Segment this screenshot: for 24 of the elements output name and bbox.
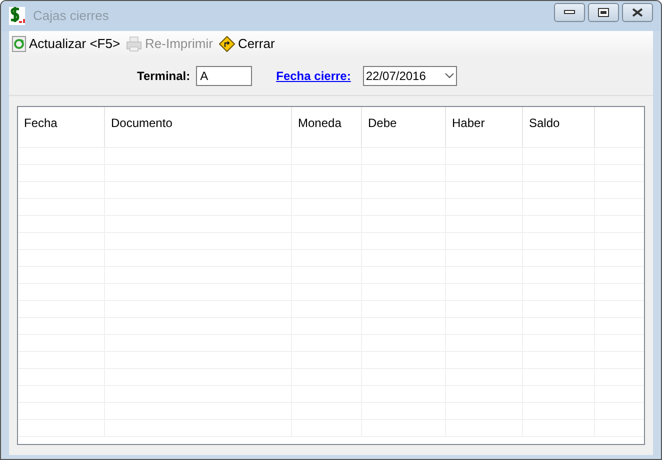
column-header[interactable]: Moneda: [292, 107, 362, 147]
column-header[interactable]: Documento: [105, 107, 292, 147]
minimize-button[interactable]: [554, 2, 585, 22]
app-icon: [9, 7, 25, 25]
sign-icon: [218, 36, 235, 52]
close-button[interactable]: [622, 2, 653, 22]
close-icon: [632, 8, 643, 16]
minimize-icon: [564, 10, 575, 14]
terminal-label: Terminal:: [137, 68, 190, 85]
column-header[interactable]: Saldo: [523, 107, 595, 147]
chevron-down-icon: [444, 73, 454, 79]
window-title: Cajas cierres: [33, 7, 109, 26]
printer-icon: [126, 36, 142, 52]
date-picker[interactable]: 22/07/2016: [362, 66, 457, 86]
terminal-field[interactable]: A: [196, 66, 252, 86]
refresh-icon: [12, 36, 26, 52]
toolbar-button[interactable]: Cerrar: [218, 34, 275, 54]
toolbar-button[interactable]: Actualizar <F5>: [12, 34, 120, 54]
column-header[interactable]: Haber: [446, 107, 523, 147]
column-header[interactable]: Debe: [362, 107, 446, 147]
fecha-cierre-link[interactable]: Fecha cierre:: [276, 67, 351, 85]
maximize-icon: [598, 8, 609, 16]
column-header[interactable]: Fecha: [18, 107, 105, 147]
maximize-button[interactable]: [588, 2, 619, 22]
